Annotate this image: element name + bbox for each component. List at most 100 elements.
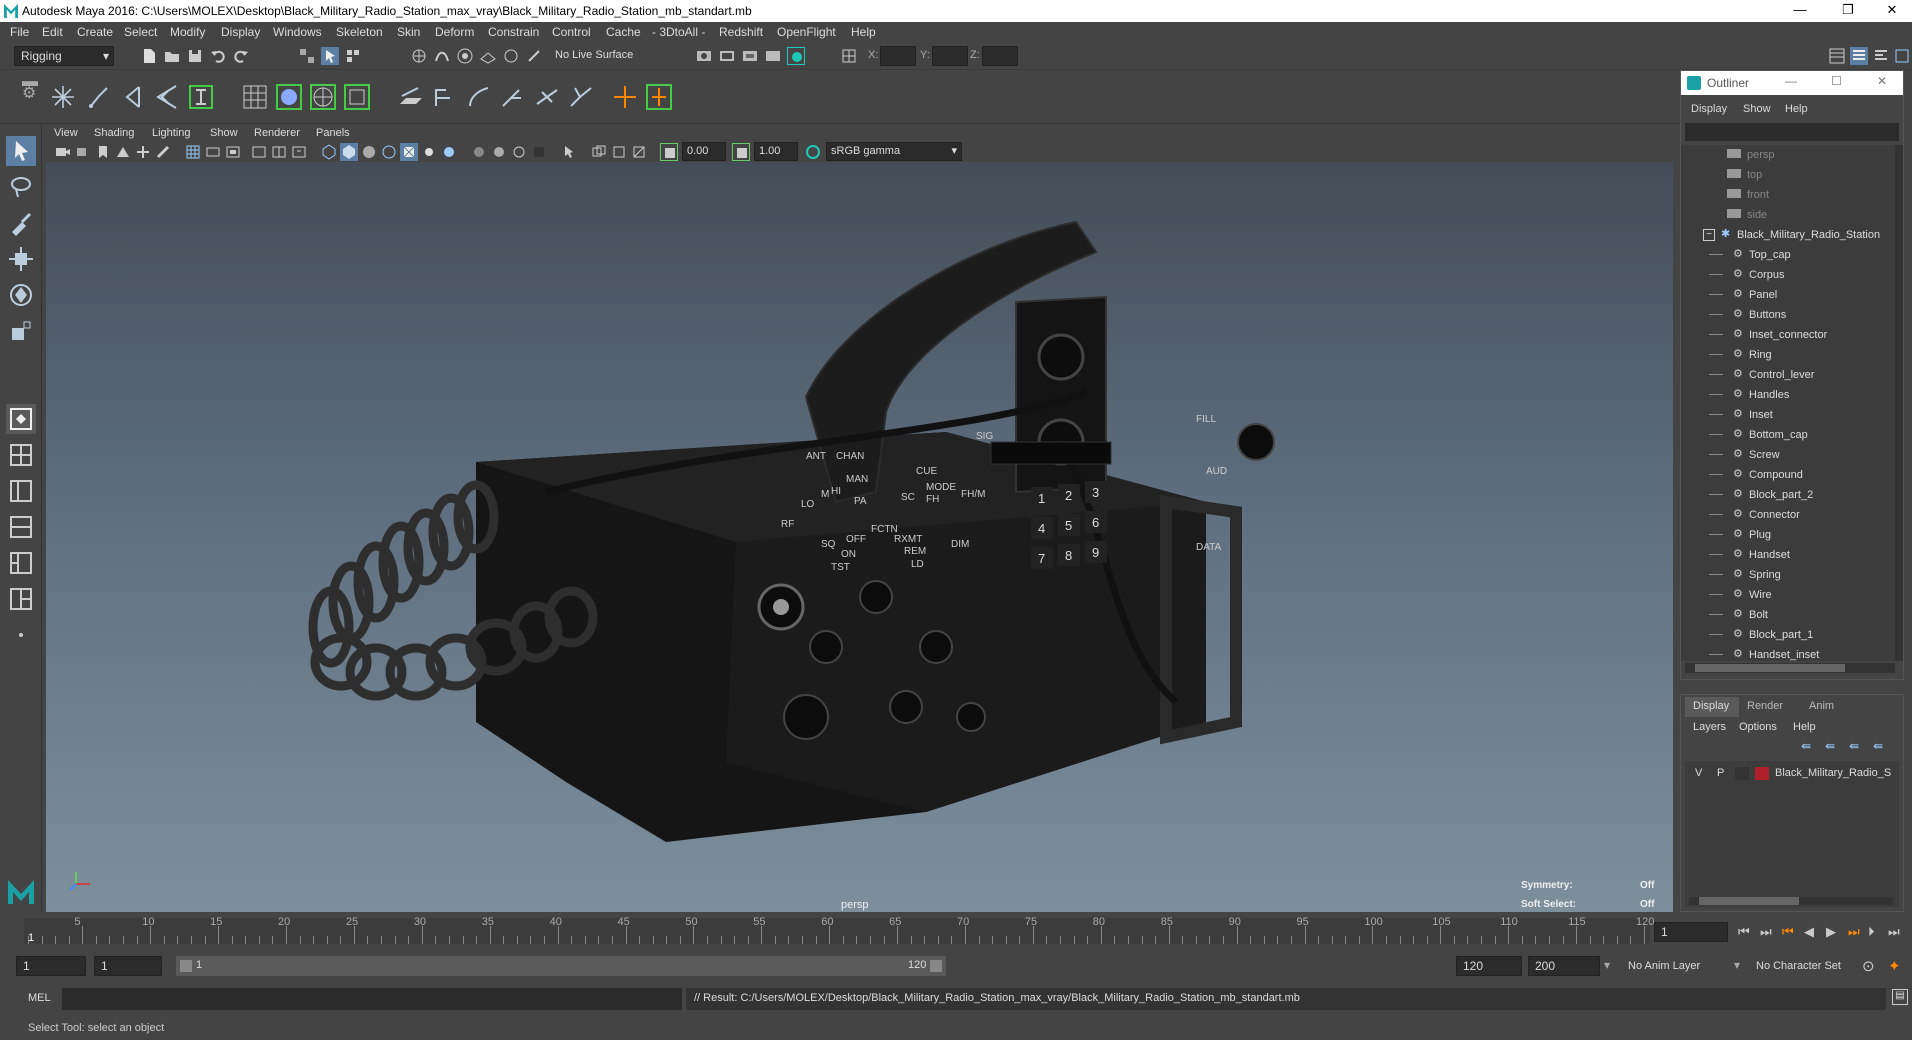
render-view-icon[interactable]: [764, 47, 782, 65]
scene-start-input[interactable]: 1: [16, 956, 86, 976]
outliner-search-input[interactable]: [1685, 123, 1899, 141]
cluster-icon[interactable]: [186, 82, 216, 112]
range-slider[interactable]: 1 120: [176, 956, 946, 976]
grease-pencil-icon[interactable]: [154, 143, 172, 161]
vp-menu-show[interactable]: Show: [210, 127, 238, 139]
outliner-item-panel[interactable]: ⚙ Panel: [1681, 285, 1895, 305]
color-management-icon[interactable]: [804, 143, 822, 161]
grid-toggle-icon[interactable]: [184, 143, 202, 161]
menu-control[interactable]: Control: [552, 25, 591, 39]
outliner-item-handset-inset[interactable]: ⚙ Handset_inset: [1681, 645, 1895, 661]
isolate-select-icon[interactable]: [560, 143, 578, 161]
make-live-icon[interactable]: [525, 47, 543, 65]
render-frame-icon[interactable]: [718, 47, 736, 65]
new-layer-selected-icon[interactable]: ⇚: [1873, 739, 1883, 753]
menu-deform[interactable]: Deform: [435, 25, 474, 39]
outliner-item-inset[interactable]: ⚙ Inset: [1681, 405, 1895, 425]
single-perspective-layout-icon[interactable]: [6, 404, 36, 434]
outliner-item-handset[interactable]: ⚙ Handset: [1681, 545, 1895, 565]
persp-relationship-layout-icon[interactable]: [6, 584, 36, 614]
shadows-icon[interactable]: [440, 143, 458, 161]
time-slider[interactable]: 5 10 15 20 25 30 35 40 45 50 55 60 65 70 75 80 85 90 95 100…: [0, 912, 1912, 952]
exposure-input[interactable]: 0.00: [682, 142, 726, 161]
playback-end-input[interactable]: 120: [1456, 956, 1522, 976]
film-gate-icon[interactable]: [204, 143, 222, 161]
menu-modify[interactable]: Modify: [170, 25, 205, 39]
outliner-item-ring[interactable]: ⚙ Ring: [1681, 345, 1895, 365]
minimize-button[interactable]: —: [1780, 2, 1820, 20]
textured-icon[interactable]: [400, 143, 418, 161]
vp-menu-panels[interactable]: Panels: [316, 127, 350, 139]
outliner-item-plug[interactable]: ⚙ Plug: [1681, 525, 1895, 545]
smooth-bind-icon[interactable]: [430, 82, 460, 112]
wireframe-icon[interactable]: [320, 143, 338, 161]
outliner-item-persp[interactable]: persp: [1681, 145, 1895, 165]
outliner-maximize-button[interactable]: ☐: [1831, 74, 1842, 88]
outliner-close-button[interactable]: ✕: [1877, 74, 1887, 88]
rotate-tool-icon[interactable]: [6, 280, 36, 310]
outliner-item-side[interactable]: side: [1681, 205, 1895, 225]
menu-skeleton[interactable]: Skeleton: [336, 25, 383, 39]
vp-menu-shading[interactable]: Shading: [94, 127, 134, 139]
script-editor-icon[interactable]: ▤: [1892, 989, 1908, 1005]
outliner-item-handles[interactable]: ⚙ Handles: [1681, 385, 1895, 405]
snap-grid-icon[interactable]: [410, 47, 428, 65]
outliner-item-spring[interactable]: ⚙ Spring: [1681, 565, 1895, 585]
layer-hscrollbar[interactable]: [1689, 897, 1893, 905]
menu-constrain[interactable]: Constrain: [488, 25, 539, 39]
outliner-item-inset-connector[interactable]: ⚙ Inset_connector: [1681, 325, 1895, 345]
move-layer-up-icon[interactable]: ⇚: [1801, 739, 1811, 753]
screen-space-ao-icon[interactable]: [470, 143, 488, 161]
prev-key-icon[interactable]: ⏮: [1782, 924, 1794, 940]
four-view-layout-icon[interactable]: [6, 440, 36, 470]
lattice-icon[interactable]: [240, 82, 270, 112]
vp-menu-lighting[interactable]: Lighting: [152, 127, 191, 139]
gate-mask-icon[interactable]: [250, 143, 268, 161]
outliner-item-corpus[interactable]: ⚙ Corpus: [1681, 265, 1895, 285]
camera-select-icon[interactable]: [54, 143, 72, 161]
command-input[interactable]: [62, 988, 682, 1010]
current-frame-input[interactable]: 1: [1654, 922, 1728, 942]
camera-attributes-icon[interactable]: [74, 143, 92, 161]
menu-file[interactable]: File: [10, 25, 29, 39]
outliner-item-block-part-1[interactable]: ⚙ Block_part_1: [1681, 625, 1895, 645]
menu-select[interactable]: Select: [124, 25, 157, 39]
outliner-minimize-button[interactable]: —: [1785, 74, 1797, 88]
anim-layer-dropdown[interactable]: No Anim Layer: [1628, 960, 1700, 972]
character-set-dropdown[interactable]: No Character Set: [1756, 960, 1841, 972]
command-language-label[interactable]: MEL: [28, 992, 51, 1004]
restore-button[interactable]: ❐: [1828, 2, 1868, 20]
safe-action-icon[interactable]: [290, 143, 308, 161]
outliner-hscrollbar[interactable]: [1685, 663, 1895, 673]
show-modeling-toolkit-icon[interactable]: [1828, 47, 1846, 65]
prune-weights-icon[interactable]: [566, 82, 596, 112]
go-to-start-icon[interactable]: ⏮: [1738, 924, 1750, 940]
view-transform-dropdown[interactable]: sRGB gamma ▾: [826, 142, 962, 161]
snap-plane-icon[interactable]: [479, 47, 497, 65]
range-end-handle[interactable]: [930, 960, 942, 972]
xray-components-icon[interactable]: [630, 143, 648, 161]
persp-outliner-layout-icon[interactable]: [6, 476, 36, 506]
show-attribute-editor-icon[interactable]: [1850, 47, 1868, 65]
menu-create[interactable]: Create: [77, 25, 113, 39]
move-tool-icon[interactable]: [6, 244, 36, 274]
wrap-deformer-icon[interactable]: [342, 82, 372, 112]
motion-blur-icon[interactable]: [490, 143, 508, 161]
play-back-icon[interactable]: ◀: [1804, 924, 1814, 940]
save-scene-icon[interactable]: [186, 47, 204, 65]
sculpt-deformer-icon[interactable]: [274, 82, 304, 112]
animation-preferences-icon[interactable]: ✦: [1888, 957, 1901, 975]
wire-deformer-icon[interactable]: [308, 82, 338, 112]
hypershade-icon[interactable]: [787, 47, 805, 65]
tab-anim[interactable]: Anim: [1809, 700, 1834, 712]
anti-aliasing-icon[interactable]: [510, 143, 528, 161]
field-chart-icon[interactable]: [270, 143, 288, 161]
paint-weights-icon[interactable]: [464, 82, 494, 112]
snap-view-icon[interactable]: [502, 47, 520, 65]
paint-select-icon[interactable]: [6, 208, 36, 238]
bind-skin-icon[interactable]: [396, 82, 426, 112]
menu-display[interactable]: Display: [221, 25, 260, 39]
vp-menu-view[interactable]: View: [54, 127, 78, 139]
smooth-shade-icon[interactable]: [340, 143, 358, 161]
locator-icon[interactable]: [610, 82, 640, 112]
